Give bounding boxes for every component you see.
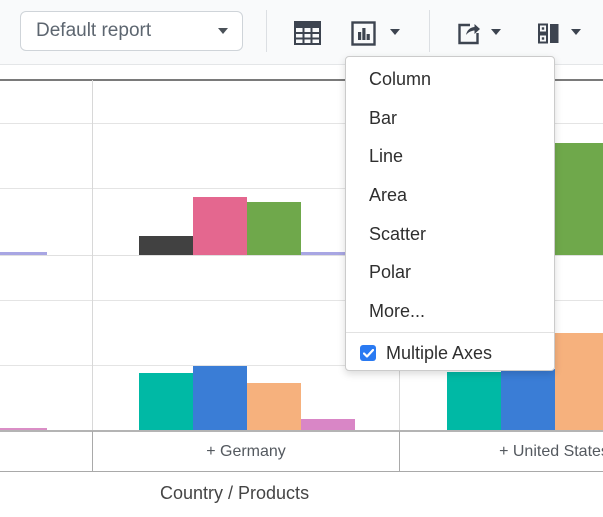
export-menu-caret[interactable] bbox=[491, 29, 501, 35]
chart-bar bbox=[139, 236, 193, 255]
multiple-axes-toggle[interactable]: Multiple Axes bbox=[346, 335, 554, 372]
menu-item-more[interactable]: More... bbox=[346, 292, 554, 331]
checkbox-checked-icon[interactable] bbox=[360, 345, 376, 362]
chart-bar bbox=[0, 252, 47, 255]
toolbar-separator bbox=[429, 10, 430, 52]
charts-view-icon[interactable] bbox=[351, 21, 376, 51]
x-axis-title: Country / Products bbox=[160, 483, 310, 503]
chart-bar bbox=[555, 143, 603, 255]
multiple-axes-label: Multiple Axes bbox=[386, 342, 493, 363]
chevron-down-icon bbox=[218, 28, 228, 34]
grid-view-icon[interactable] bbox=[294, 21, 321, 50]
menu-separator bbox=[346, 331, 554, 333]
category-germany[interactable]: + Germany bbox=[93, 432, 399, 471]
chart-bar bbox=[193, 197, 247, 255]
fields-menu-caret[interactable] bbox=[571, 29, 581, 35]
menu-item-area[interactable]: Area bbox=[346, 176, 554, 215]
menu-item-line[interactable]: Line bbox=[346, 137, 554, 176]
menu-item-polar[interactable]: Polar bbox=[346, 253, 554, 292]
chart-bar bbox=[193, 366, 247, 431]
band-bottom-border bbox=[0, 471, 603, 472]
menu-item-bar[interactable]: Bar bbox=[346, 99, 554, 138]
fields-icon[interactable] bbox=[536, 21, 562, 51]
menu-item-column[interactable]: Column bbox=[346, 60, 554, 99]
category-united-states[interactable]: + United States bbox=[400, 432, 603, 471]
charts-menu-caret[interactable] bbox=[390, 29, 400, 35]
pivot-charts-screen: + Germany + United States Country / Prod… bbox=[0, 0, 603, 517]
report-selector-value: Default report bbox=[36, 20, 152, 41]
chart-bar bbox=[447, 372, 501, 431]
chart-bar bbox=[501, 369, 555, 431]
chart-type-menu: Column Bar Line Area Scatter Polar More.… bbox=[345, 56, 555, 371]
category-divider bbox=[92, 80, 93, 431]
chart-bar bbox=[247, 202, 301, 255]
chart-bar bbox=[247, 383, 301, 431]
toolbar-separator bbox=[266, 10, 267, 52]
chart-bar bbox=[555, 333, 603, 431]
report-selector[interactable]: Default report bbox=[20, 11, 243, 51]
export-icon[interactable] bbox=[456, 21, 482, 51]
chart-bar bbox=[139, 373, 193, 431]
menu-item-scatter[interactable]: Scatter bbox=[346, 215, 554, 254]
